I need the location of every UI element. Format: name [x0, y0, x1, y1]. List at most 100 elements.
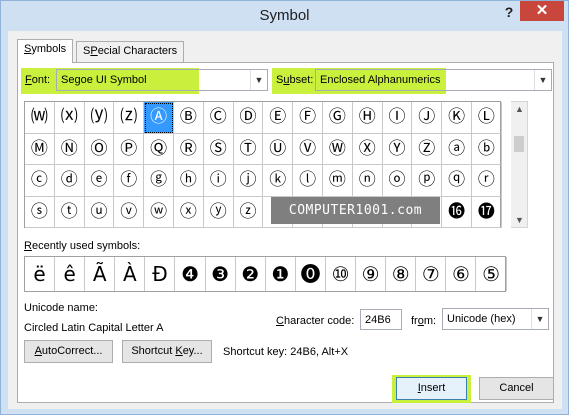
- symbol-cell[interactable]: Ⓥ: [293, 133, 323, 165]
- symbol-cell[interactable]: Ⓨ: [382, 133, 413, 165]
- recent-symbol[interactable]: ❶: [266, 257, 296, 291]
- symbol-cell[interactable]: Ⓦ: [323, 133, 353, 165]
- symbol-cell[interactable]: ⓙ: [233, 165, 264, 197]
- chevron-down-icon[interactable]: ▼: [534, 70, 551, 90]
- font-value: Segoe UI Symbol: [61, 74, 147, 86]
- font-combo[interactable]: Segoe UI Symbol ▼: [56, 69, 268, 91]
- symbol-cell[interactable]: ⓤ: [84, 196, 115, 228]
- symbol-grid-scrollbar[interactable]: ▲ ▼: [511, 101, 528, 228]
- symbol-cell[interactable]: Ⓡ: [174, 133, 204, 165]
- symbol-cell[interactable]: Ⓟ: [114, 133, 145, 165]
- help-button[interactable]: ?: [500, 3, 518, 21]
- from-combo[interactable]: Unicode (hex) ▼: [442, 308, 549, 330]
- symbol-cell[interactable]: ⒵: [114, 102, 145, 134]
- symbol-cell[interactable]: ⓕ: [114, 165, 145, 197]
- recent-symbol[interactable]: ê: [55, 257, 86, 291]
- symbol-cell[interactable]: ⓠ: [442, 165, 472, 197]
- symbol-cell[interactable]: ⒲: [25, 102, 55, 134]
- symbol-cell[interactable]: Ⓝ: [54, 133, 85, 165]
- symbol-cell[interactable]: ⓢ: [25, 196, 55, 228]
- recent-symbol[interactable]: ⑧: [386, 257, 417, 291]
- character-code-input[interactable]: 24B6: [360, 309, 402, 330]
- symbol-cell[interactable]: Ⓧ: [352, 133, 383, 165]
- symbol-cell[interactable]: Ⓑ: [174, 102, 204, 134]
- recent-symbol[interactable]: ❹: [176, 257, 206, 291]
- symbol-cell[interactable]: ⓓ: [54, 165, 85, 197]
- symbol-cell[interactable]: ⓜ: [323, 165, 353, 197]
- symbol-cell[interactable]: Ⓢ: [203, 133, 234, 165]
- symbol-cell[interactable]: ⓦ: [144, 196, 174, 228]
- cancel-button[interactable]: Cancel: [479, 377, 554, 400]
- symbol-cell[interactable]: Ⓕ: [293, 102, 323, 134]
- character-code-text: haracter code:: [283, 315, 355, 327]
- symbol-cell[interactable]: ⓝ: [352, 165, 383, 197]
- recent-symbol[interactable]: ❷: [236, 257, 266, 291]
- recent-symbol[interactable]: Đ: [145, 257, 176, 291]
- symbol-cell[interactable]: Ⓛ: [472, 102, 502, 134]
- symbol-cell[interactable]: ⓖ: [144, 165, 174, 197]
- symbol-cell[interactable]: ⓗ: [174, 165, 204, 197]
- symbol-cell[interactable]: ⓑ: [472, 133, 502, 165]
- watermark: COMPUTER1001.com: [271, 197, 440, 224]
- shortcut-key-button[interactable]: Shortcut Key...: [122, 340, 212, 363]
- symbol-cell[interactable]: ⓔ: [84, 165, 115, 197]
- insert-button[interactable]: Insert: [396, 377, 467, 400]
- recent-symbol[interactable]: ⑤: [477, 257, 507, 291]
- symbol-cell[interactable]: ⓘ: [203, 165, 234, 197]
- recent-label: Recently used symbols:: [24, 240, 140, 252]
- symbol-cell[interactable]: ⓥ: [114, 196, 145, 228]
- symbol-cell[interactable]: Ⓗ: [352, 102, 383, 134]
- symbol-cell[interactable]: ⓱: [472, 196, 502, 228]
- symbol-cell[interactable]: Ⓐ: [144, 102, 174, 134]
- chevron-down-icon[interactable]: ▼: [531, 309, 548, 329]
- symbol-cell[interactable]: ⓨ: [203, 196, 234, 228]
- symbol-cell[interactable]: ⒴: [84, 102, 115, 134]
- symbol-cell[interactable]: ⓚ: [263, 165, 294, 197]
- symbol-cell[interactable]: Ⓙ: [412, 102, 443, 134]
- tab-special-characters[interactable]: SPecial Characters: [76, 41, 185, 63]
- recent-symbol[interactable]: ë: [25, 257, 56, 291]
- recent-symbols[interactable]: ëêÃÀĐ❹❸❷❶⓿⑩⑨⑧⑦⑥⑤: [24, 256, 507, 292]
- symbol-cell[interactable]: ⓧ: [174, 196, 204, 228]
- autocorrect-button[interactable]: AutoCorrect...: [24, 340, 113, 363]
- symbol-cell[interactable]: Ⓜ: [25, 133, 55, 165]
- symbol-cell[interactable]: Ⓚ: [442, 102, 472, 134]
- symbol-cell[interactable]: ⓛ: [293, 165, 323, 197]
- symbol-cell[interactable]: ⓐ: [442, 133, 472, 165]
- symbol-cell[interactable]: ⓟ: [412, 165, 443, 197]
- symbol-cell[interactable]: ⓡ: [472, 165, 502, 197]
- symbol-cell[interactable]: ⓩ: [233, 196, 264, 228]
- recent-symbol[interactable]: ⑥: [446, 257, 477, 291]
- chevron-down-icon[interactable]: ▼: [250, 70, 267, 90]
- symbol-cell[interactable]: Ⓤ: [263, 133, 294, 165]
- symbol-cell[interactable]: ⓣ: [54, 196, 85, 228]
- symbol-cell[interactable]: Ⓒ: [203, 102, 234, 134]
- recent-symbol[interactable]: À: [115, 257, 146, 291]
- scroll-down-icon[interactable]: ▼: [511, 215, 528, 225]
- scroll-up-icon[interactable]: ▲: [511, 104, 528, 114]
- shortcut-key-label: ey...: [182, 345, 203, 357]
- recent-symbol[interactable]: ⑩: [326, 257, 357, 291]
- scroll-thumb[interactable]: [514, 136, 524, 152]
- subset-combo[interactable]: Enclosed Alphanumerics ▼: [315, 69, 552, 91]
- tab-symbols[interactable]: Symbols: [17, 39, 74, 63]
- symbol-cell[interactable]: Ⓠ: [144, 133, 174, 165]
- close-button[interactable]: ✕: [520, 1, 564, 21]
- symbol-cell[interactable]: Ⓩ: [412, 133, 443, 165]
- recent-symbol[interactable]: ❸: [206, 257, 236, 291]
- recent-symbol[interactable]: ⑨: [356, 257, 387, 291]
- symbol-cell[interactable]: Ⓣ: [233, 133, 264, 165]
- recent-symbol[interactable]: Ã: [85, 257, 116, 291]
- symbol-cell[interactable]: ⓰: [442, 196, 472, 228]
- symbol-cell[interactable]: Ⓘ: [382, 102, 413, 134]
- recent-symbol[interactable]: ⑦: [416, 257, 447, 291]
- symbol-cell[interactable]: ⓞ: [382, 165, 413, 197]
- symbol-cell[interactable]: ⓒ: [25, 165, 55, 197]
- symbol-cell[interactable]: ⒳: [54, 102, 85, 134]
- symbol-cell[interactable]: Ⓔ: [263, 102, 294, 134]
- autocorrect-accel: A: [34, 345, 42, 357]
- symbol-cell[interactable]: Ⓖ: [323, 102, 353, 134]
- recent-symbol[interactable]: ⓿: [296, 257, 326, 291]
- symbol-cell[interactable]: Ⓓ: [233, 102, 264, 134]
- symbol-cell[interactable]: Ⓞ: [84, 133, 115, 165]
